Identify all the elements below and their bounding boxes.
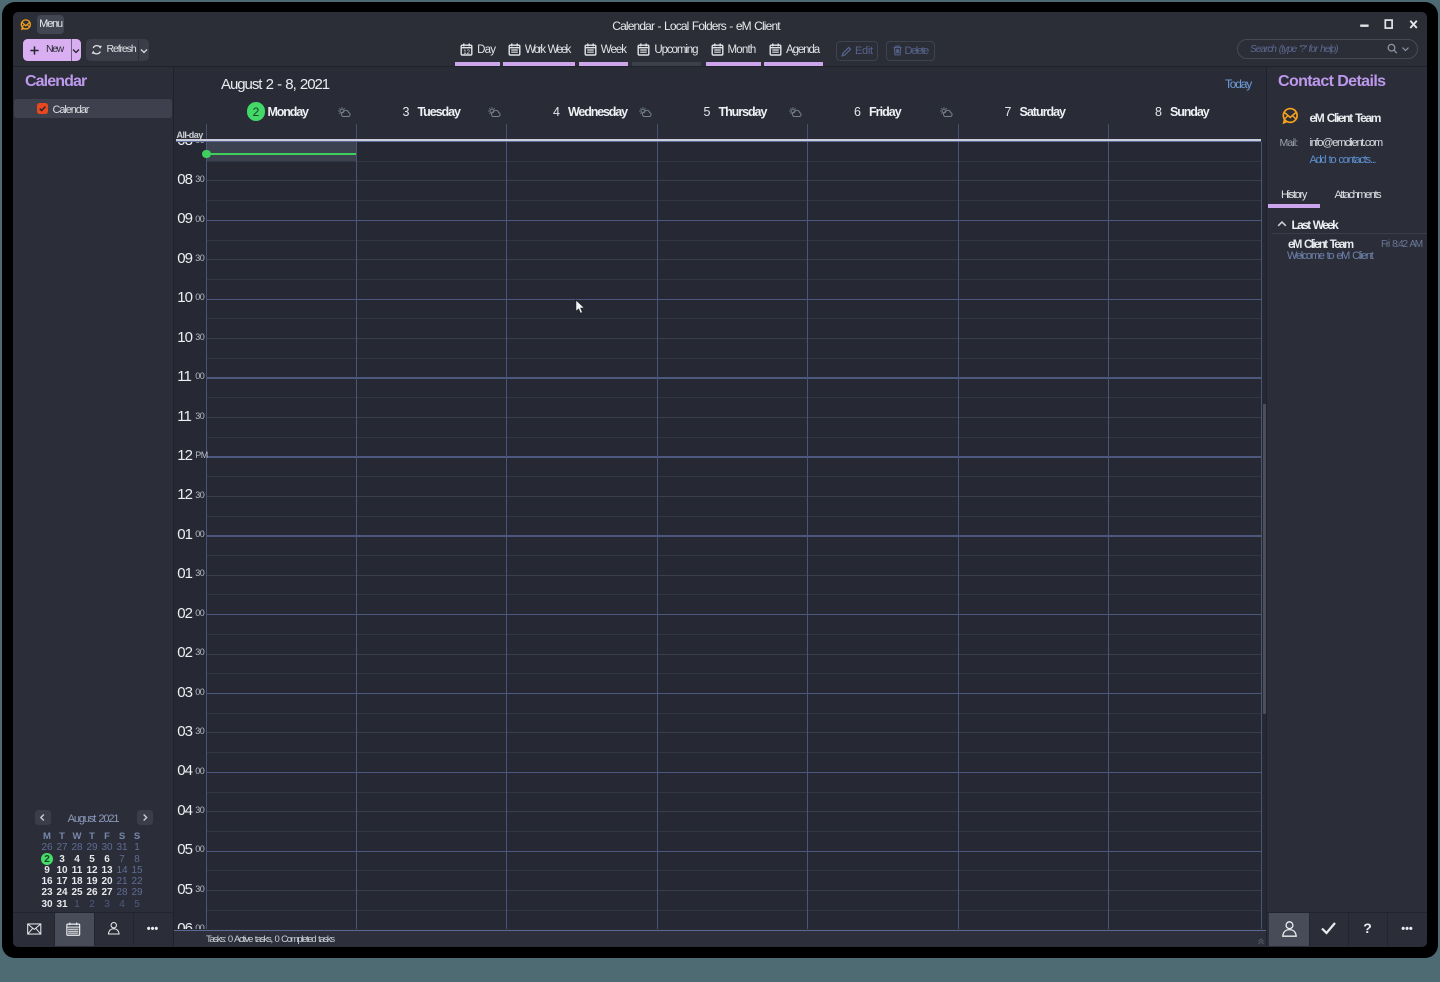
svg-text:12: 12	[463, 50, 470, 56]
